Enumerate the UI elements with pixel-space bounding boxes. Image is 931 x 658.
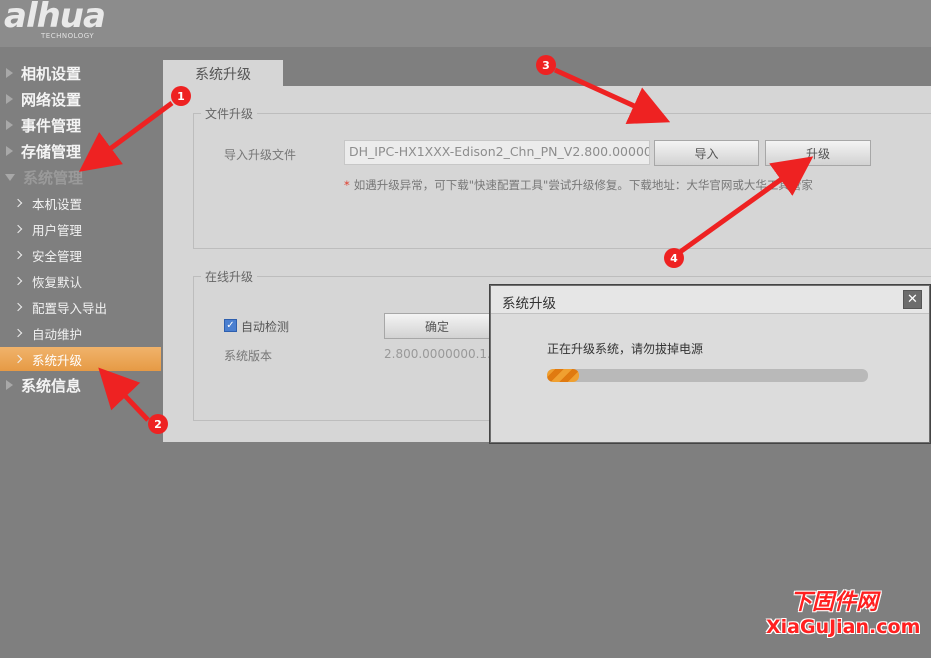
watermark-line2: XiaGuJian.com (766, 616, 921, 638)
step-marker-4: 4 (664, 248, 684, 268)
step-marker-2: 2 (148, 414, 168, 434)
arrow-1 (78, 100, 174, 172)
arrow-2 (98, 367, 150, 422)
annotation-arrows (78, 67, 814, 422)
step-marker-1: 1 (171, 86, 191, 106)
step-marker-3: 3 (536, 55, 556, 75)
arrow-4 (678, 156, 814, 255)
arrow-3 (553, 67, 671, 124)
watermark-line1: 下固件网 (790, 590, 879, 615)
